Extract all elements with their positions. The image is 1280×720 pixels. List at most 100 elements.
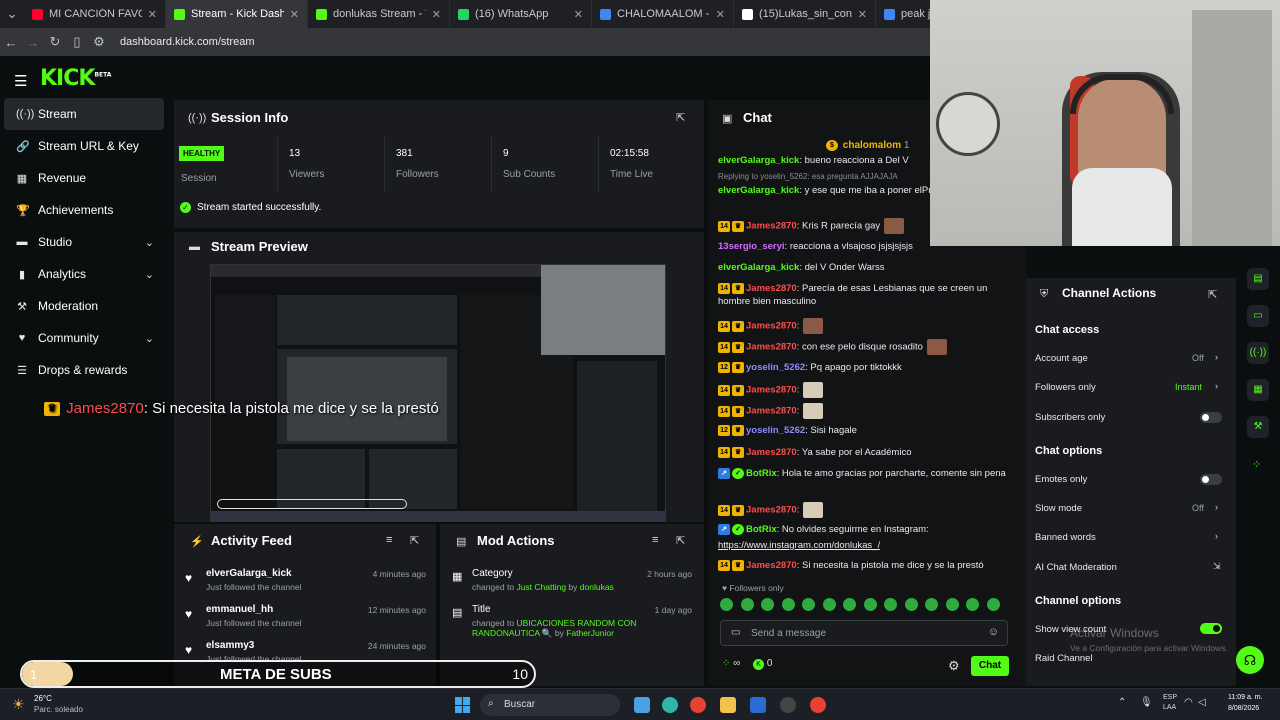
browser-tab[interactable]: donlukas Stream - Wa ✕ — [308, 0, 450, 28]
chat-bubble-tool-icon[interactable]: ▭ — [1247, 305, 1269, 327]
emote-shortcut[interactable] — [802, 598, 815, 611]
tray-chevron-icon[interactable]: ⌃ — [1118, 697, 1126, 708]
start-icon[interactable] — [455, 697, 471, 713]
chat-message[interactable]: 14 ♛ James2870: Ya sabe por el Académico — [718, 446, 1008, 459]
address-bar[interactable]: dashboard.kick.com/stream — [120, 36, 255, 48]
explorer-icon[interactable] — [720, 697, 736, 713]
browser-tab[interactable]: CHALOMAALOM - Buscar ✕ — [592, 0, 734, 28]
chat-username[interactable]: James2870 — [746, 283, 797, 294]
chat-username[interactable]: elverGalarga_kick — [718, 155, 799, 166]
browser-tab[interactable]: Stream - Kick Dashboard ✕ — [166, 0, 308, 28]
close-tab-icon[interactable]: ✕ — [574, 8, 583, 21]
chat-username[interactable]: James2870 — [746, 447, 797, 458]
emote-shortcut[interactable] — [843, 598, 856, 611]
chevron-right-icon[interactable]: › — [1215, 381, 1218, 391]
chat-username[interactable]: James2870 — [746, 406, 797, 417]
emote-shortcut[interactable] — [761, 598, 774, 611]
chat-message[interactable]: 14 ♛ James2870: — [718, 502, 1008, 518]
chrome-alt-icon[interactable] — [810, 697, 826, 713]
chat-username[interactable]: 13sergio_seryi — [718, 241, 785, 252]
mod-action-user[interactable]: FatherJunior — [566, 628, 614, 638]
browser-tab[interactable]: MI CANCIÓN FAVORITA D ✕ — [24, 0, 166, 28]
chat-message[interactable]: https://www.instagram.com/donlukas_/ — [718, 539, 1008, 552]
chat-message[interactable]: 12 ♛ yoselin_5262: Sisi hagale — [718, 424, 1008, 437]
activity-user[interactable]: elsammy3 — [206, 640, 254, 651]
weather-icon[interactable]: ☀ — [12, 696, 25, 713]
emote-shortcut[interactable] — [986, 598, 1000, 611]
emote-shortcut[interactable] — [904, 598, 918, 611]
sidebar-item-community[interactable]: ♥ Community ⌄ — [0, 322, 168, 354]
site-info-icon[interactable]: ⚙ — [88, 34, 110, 50]
add-widget-icon[interactable]: ⁘ — [1252, 458, 1261, 471]
chat-username[interactable]: elverGalarga_kick — [718, 185, 799, 196]
chat-username[interactable]: James2870 — [746, 385, 797, 396]
ai-moderation-label[interactable]: AI Chat Moderation — [1035, 562, 1117, 573]
taskview-icon[interactable] — [634, 697, 650, 713]
sidebar-item-drops-rewards[interactable]: ☰ Drops & rewards — [0, 354, 168, 386]
chevron-down-icon[interactable]: ⌄ — [145, 268, 154, 281]
chat-username[interactable]: James2870 — [746, 221, 797, 232]
chat-input[interactable]: ▭ Send a message ☺ — [720, 620, 1008, 646]
sidebar-item-stream[interactable]: ((·)) Stream — [4, 98, 164, 130]
chat-message[interactable]: 14 ♛ James2870: — [718, 318, 1008, 334]
chat-message[interactable]: 14 ♛ James2870: Si necesita la pistola me … — [718, 559, 1008, 572]
obs-icon[interactable] — [780, 697, 796, 713]
emoji-icon[interactable]: ☺ — [988, 626, 999, 638]
popout-icon[interactable]: ⇱ — [676, 111, 685, 124]
popout-icon[interactable]: ⇱ — [1208, 288, 1217, 301]
external-link-icon[interactable]: ⇲ — [1213, 561, 1221, 572]
kick-logo[interactable]: KICKBETA — [40, 66, 111, 91]
browser-tab[interactable]: (16) WhatsApp ✕ — [450, 0, 592, 28]
chat-message[interactable]: 14 ♛ James2870: con ese pelo disque rosadi… — [718, 339, 1008, 355]
sidebar-item-revenue[interactable]: ▦ Revenue — [0, 162, 168, 194]
chat-username[interactable]: James2870 — [746, 505, 797, 516]
wrench-tool-icon[interactable]: ⚒ — [1247, 416, 1269, 438]
chat-link[interactable]: https://www.instagram.com/donlukas_/ — [718, 540, 880, 551]
close-tab-icon[interactable]: ✕ — [716, 8, 725, 21]
chat-username[interactable]: BotRix — [746, 524, 777, 535]
tab-list-button[interactable]: ⌄ — [0, 6, 24, 22]
mod-action-user[interactable]: donlukas — [580, 582, 614, 592]
chat-username[interactable]: yoselin_5262 — [746, 425, 805, 436]
banned-words-label[interactable]: Banned words — [1035, 532, 1096, 543]
chat-username[interactable]: James2870 — [746, 321, 797, 332]
chat-message[interactable]: ↗ ✓ BotRix: No olvides seguirme en Instagr… — [718, 523, 1008, 536]
volume-icon[interactable]: ◁ — [1198, 697, 1206, 708]
subscribers-only-toggle[interactable] — [1200, 412, 1222, 423]
kick-coin-icon[interactable]: K — [753, 659, 765, 670]
network-icon[interactable]: ◠ — [1184, 697, 1193, 708]
chat-username[interactable]: James2870 — [746, 342, 797, 353]
sidebar-item-studio[interactable]: ▬ Studio ⌄ — [0, 226, 168, 258]
chat-message[interactable]: 14 ♛ James2870: — [718, 382, 1008, 398]
points-icon[interactable]: ⁘ — [722, 658, 730, 669]
chevron-down-icon[interactable]: ⌄ — [145, 332, 154, 345]
chat-message[interactable]: ↗ ✓ BotRix: Hola te amo gracias por parcha… — [718, 467, 1008, 480]
chevron-right-icon[interactable]: › — [1215, 531, 1218, 541]
chat-message[interactable]: 12 ♛ yoselin_5262: Pq apago por tiktokkk — [718, 361, 1008, 374]
followers-only-label[interactable]: Followers only — [1035, 382, 1096, 393]
chevron-right-icon[interactable]: › — [1215, 502, 1218, 512]
popout-icon[interactable]: ⇱ — [410, 534, 419, 547]
stream-preview-video[interactable] — [210, 264, 666, 522]
filter-icon[interactable]: ≡ — [652, 534, 658, 546]
emote-shortcut[interactable] — [720, 598, 733, 611]
activity-tool-icon[interactable]: ▦ — [1247, 379, 1269, 401]
chat-send-button[interactable]: Chat — [971, 656, 1009, 676]
emote-shortcut[interactable] — [966, 598, 979, 611]
sidebar-item-analytics[interactable]: ▮ Analytics ⌄ — [0, 258, 168, 290]
emote-shortcut[interactable] — [822, 598, 836, 611]
chat-message[interactable]: elverGalarga_kick: del V Onder Warss — [718, 261, 1008, 274]
lang-code[interactable]: ESP — [1163, 694, 1177, 701]
taskbar-search[interactable]: ⌕ Buscar — [480, 694, 620, 716]
chat-username[interactable]: James2870 — [746, 560, 797, 571]
chat-username[interactable]: yoselin_5262 — [746, 362, 805, 373]
popout-icon[interactable]: ⇱ — [676, 534, 685, 547]
chat-settings-icon[interactable]: ⚙ — [948, 658, 960, 674]
clock-time[interactable]: 11:09 a. m. — [1228, 694, 1263, 701]
close-tab-icon[interactable]: ✕ — [148, 8, 157, 21]
chat-message[interactable]: 14 ♛ James2870: — [718, 403, 1008, 419]
close-tab-icon[interactable]: ✕ — [290, 8, 299, 21]
emote-shortcut[interactable] — [863, 598, 877, 611]
sidebar-item-stream-url-key[interactable]: 🔗 Stream URL & Key — [0, 130, 168, 162]
account-age-label[interactable]: Account age — [1035, 353, 1088, 364]
